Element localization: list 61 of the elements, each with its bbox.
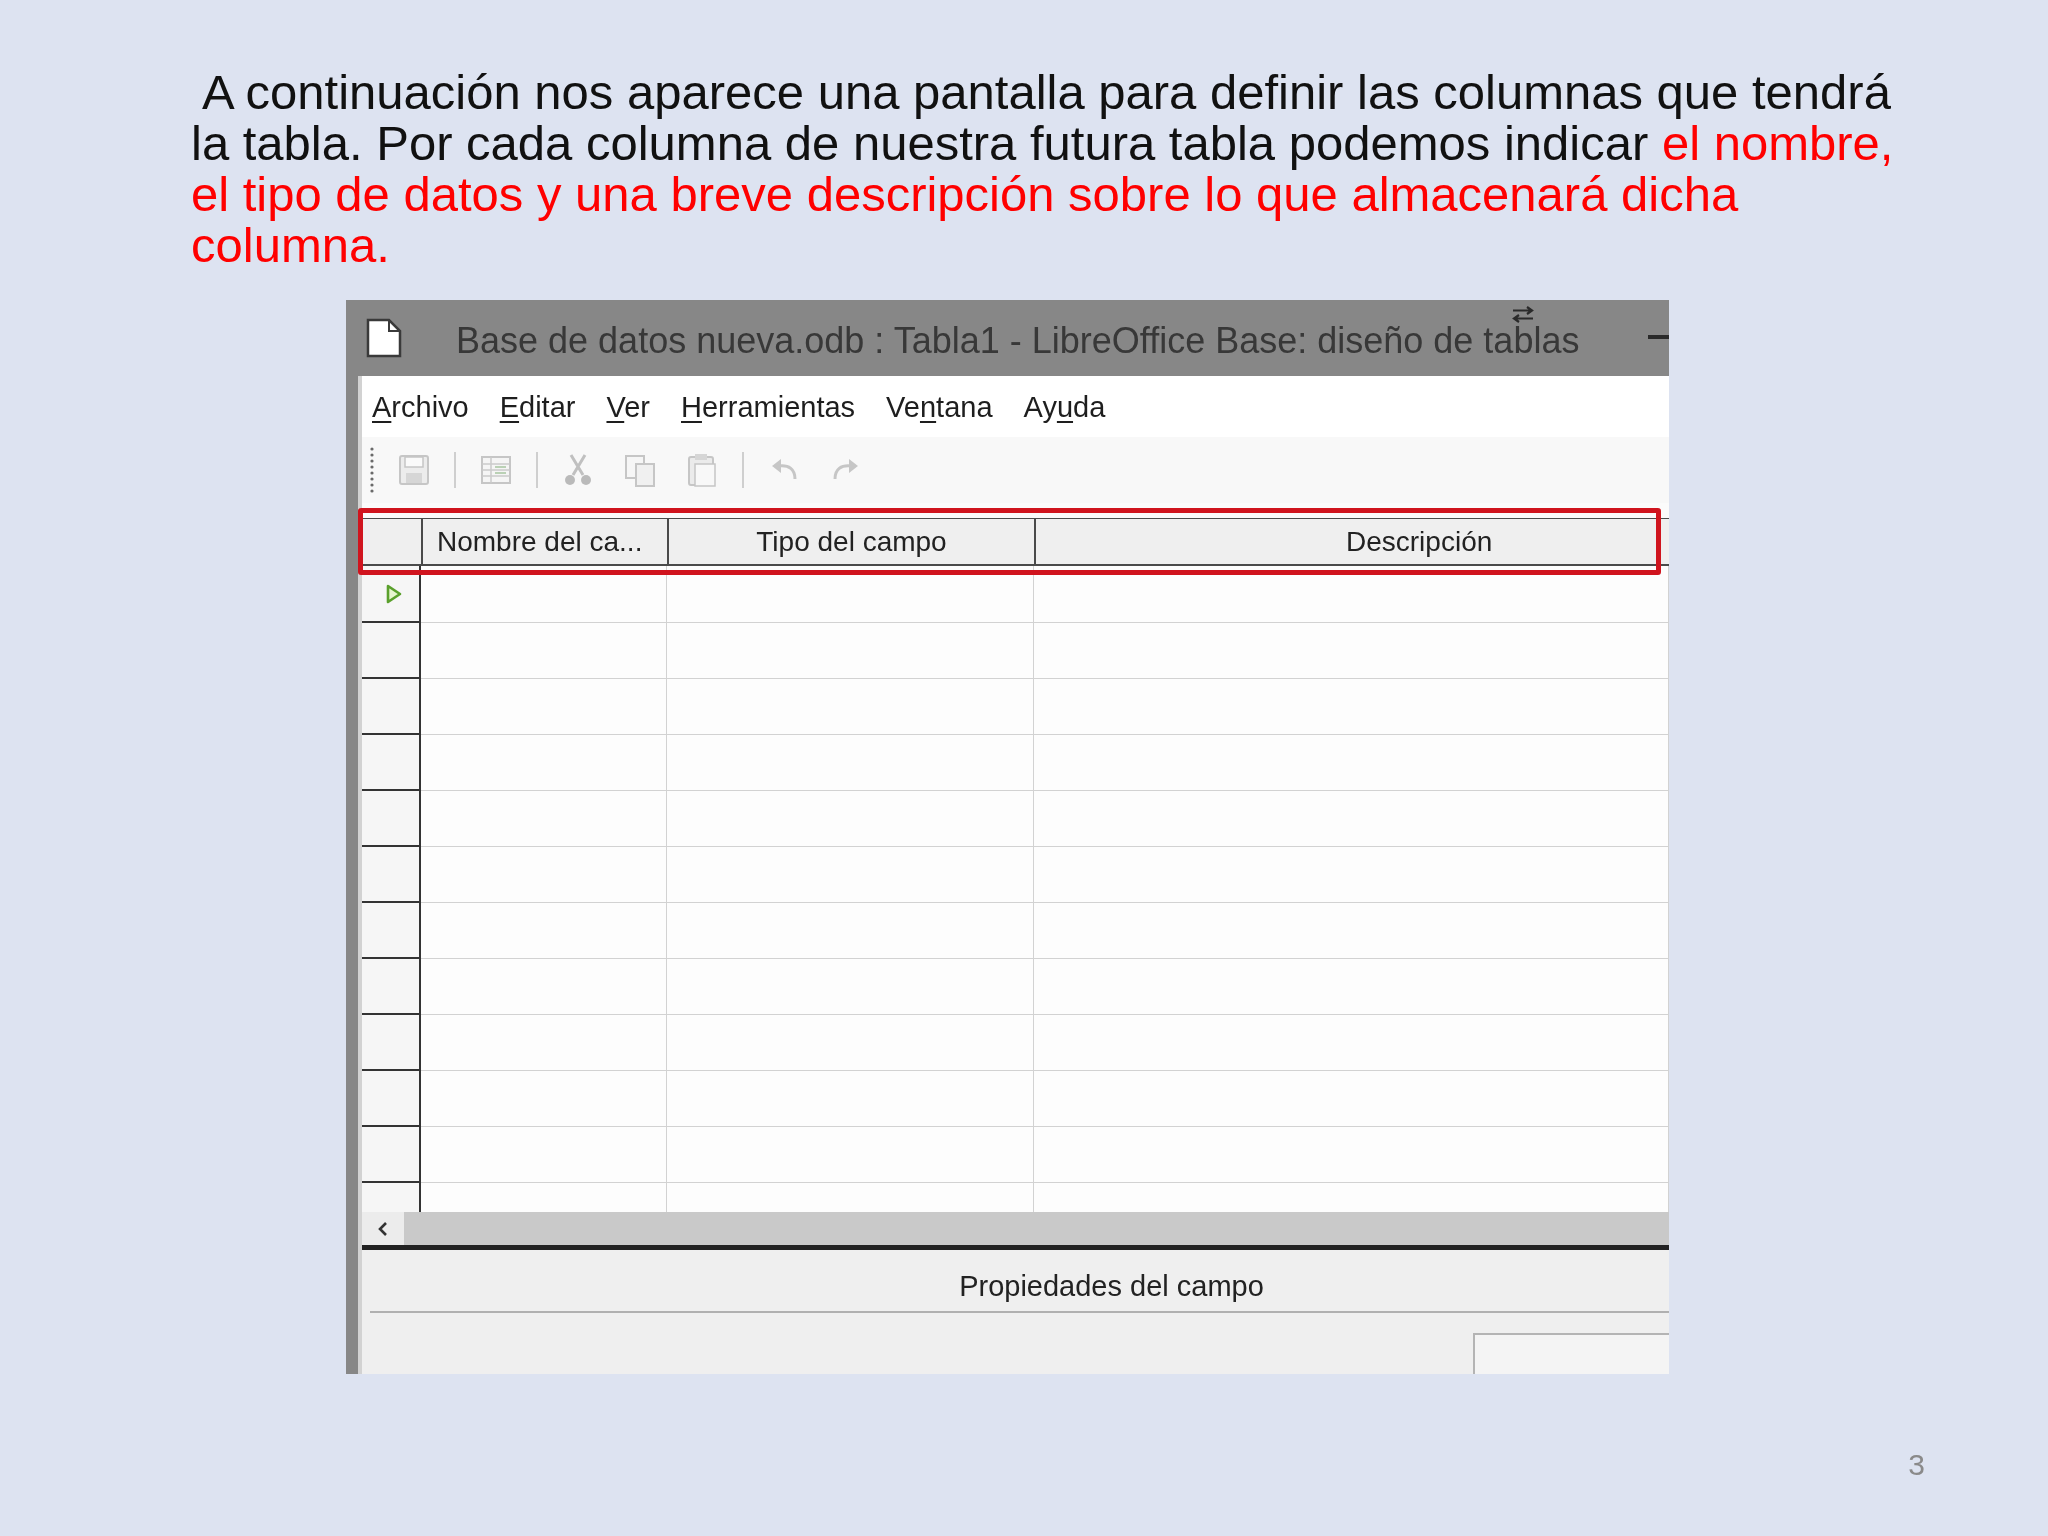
grid-cell[interactable]: [1034, 1015, 1669, 1071]
grid-cell[interactable]: [667, 903, 1034, 959]
grid-cell[interactable]: [1034, 1127, 1669, 1183]
input-field[interactable]: [1473, 1333, 1669, 1374]
grid-cell[interactable]: [667, 791, 1034, 847]
grid-cell[interactable]: [1034, 566, 1669, 623]
grid-cell[interactable]: [667, 1127, 1034, 1183]
menu-item[interactable]: Archivo: [372, 389, 469, 424]
menu-item[interactable]: Editar: [499, 389, 576, 424]
grid-cell[interactable]: [1034, 847, 1669, 903]
row-header-cell[interactable]: [362, 1127, 421, 1183]
triangle-icon: [385, 583, 402, 604]
grid-cell[interactable]: [1034, 791, 1669, 847]
row-header-cell[interactable]: [362, 679, 421, 735]
minimize-icon[interactable]: [1648, 335, 1669, 339]
slide-paragraph: A continuación nos aparece una pantalla para definir las columnas que tendrá la tabla. Por cada columna de nuestra futura tabla podemos indicar el nombre, el tipo de datos y una breve descripción sobre lo que almacenará dicha columna.: [191, 67, 1895, 271]
row-header-cell[interactable]: [362, 847, 421, 903]
document-icon: [366, 318, 402, 358]
grip-handle[interactable]: [370, 447, 374, 493]
grid-cell[interactable]: [1034, 679, 1669, 735]
grid-cell[interactable]: [1034, 959, 1669, 1015]
menu-item[interactable]: Ventana: [886, 389, 993, 424]
grid-cell[interactable]: [1034, 903, 1669, 959]
grid-cell[interactable]: [421, 791, 667, 847]
row-header-cell[interactable]: [362, 1071, 421, 1127]
column-header[interactable]: Nombre del ca...: [421, 519, 667, 564]
grid-cell[interactable]: [421, 1071, 667, 1127]
window-title: Base de datos nueva.odb : Tabla1 - LibreOffice Base: diseño de tablas: [456, 325, 1580, 357]
grid-cell[interactable]: [667, 1015, 1034, 1071]
menu-item[interactable]: Ayuda: [1023, 389, 1106, 424]
grid-cell[interactable]: [421, 623, 667, 679]
row-header-cell[interactable]: [362, 1015, 421, 1071]
grid-cell[interactable]: [421, 903, 667, 959]
page-number: 3: [1908, 1447, 1925, 1483]
row-header-cell[interactable]: [362, 735, 421, 791]
grid-cell[interactable]: [1034, 1071, 1669, 1127]
menu-item[interactable]: Ver: [606, 389, 650, 424]
column-header[interactable]: Tipo del campo: [667, 519, 1034, 564]
grid-cell[interactable]: [667, 959, 1034, 1015]
menu-item[interactable]: Herramientas: [681, 389, 856, 424]
grid-cell[interactable]: [667, 735, 1034, 791]
scroll-left-button[interactable]: [362, 1212, 404, 1245]
row-header-cell[interactable]: [362, 903, 421, 959]
panel-title: Propiedades del campo: [959, 1269, 1264, 1303]
row-header-cell[interactable]: [362, 791, 421, 847]
grid-cell[interactable]: [1034, 623, 1669, 679]
grid-cell[interactable]: [421, 679, 667, 735]
grid-cell[interactable]: [421, 1015, 667, 1071]
grid-cell[interactable]: [421, 1127, 667, 1183]
grid-cell[interactable]: [667, 623, 1034, 679]
row-header-cell[interactable]: [362, 623, 421, 679]
grid-cell[interactable]: [421, 847, 667, 903]
row-header-cell[interactable]: [362, 959, 421, 1015]
grid-cell[interactable]: [667, 679, 1034, 735]
grid-cell[interactable]: [421, 735, 667, 791]
grid-cell[interactable]: [421, 959, 667, 1015]
column-header[interactable]: Descripción: [1034, 519, 1669, 564]
grid-cell[interactable]: [667, 847, 1034, 903]
chevron-left-icon: [377, 1220, 389, 1237]
grid-cell[interactable]: [1034, 735, 1669, 791]
grid-cell[interactable]: [667, 1071, 1034, 1127]
